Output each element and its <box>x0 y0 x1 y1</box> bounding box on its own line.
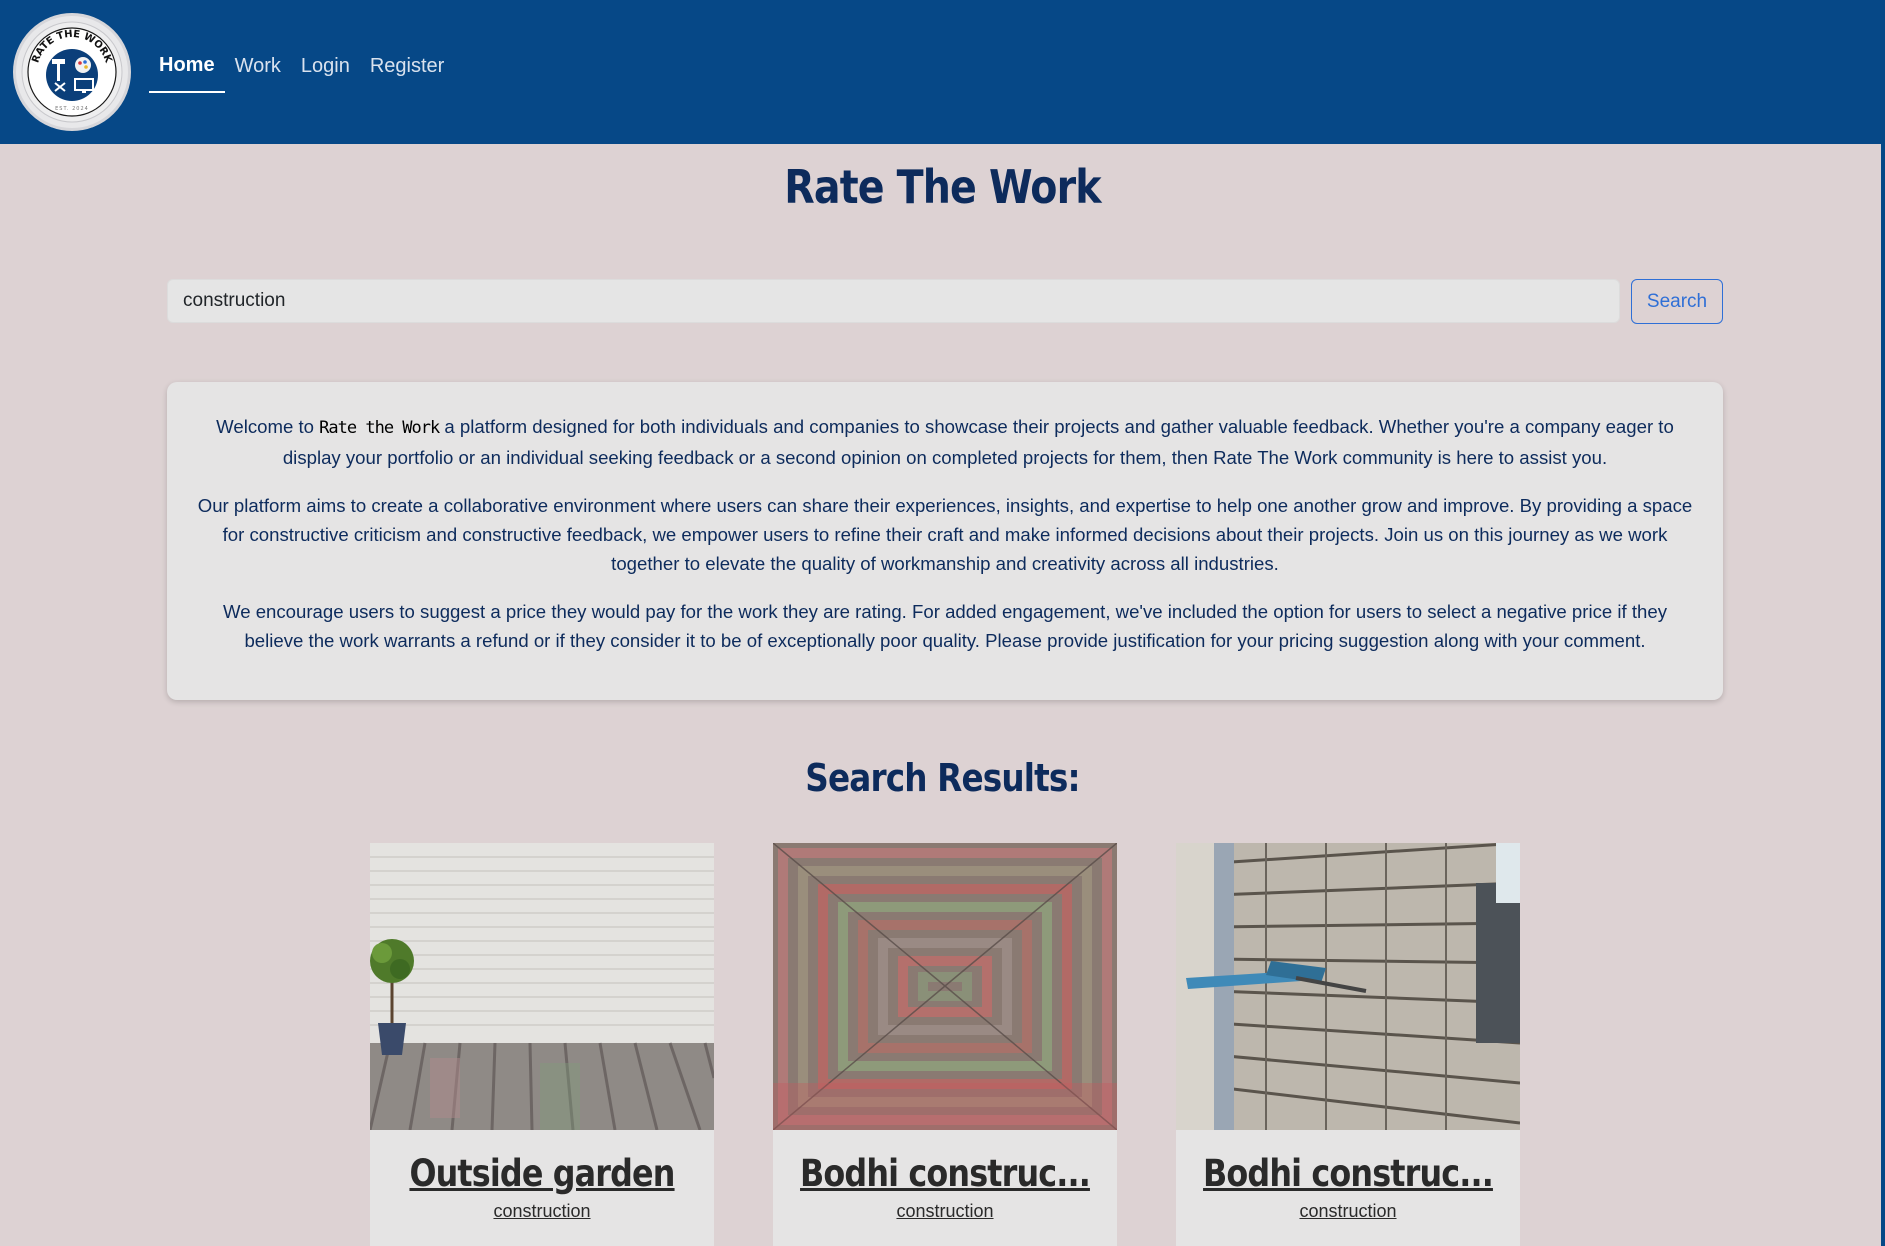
welcome-card: Welcome to Rate the Work a platform desi… <box>167 382 1723 700</box>
result-title-link[interactable]: Outside garden <box>394 1152 690 1195</box>
welcome-intro-rest: a platform designed for both individuals… <box>282 416 1674 468</box>
result-card[interactable]: Bodhi construc... construction <box>773 843 1117 1246</box>
welcome-intro-text: Welcome to <box>216 416 320 437</box>
nav-link-home[interactable]: Home <box>149 46 225 93</box>
result-category-link[interactable]: construction <box>1176 1201 1520 1222</box>
site-logo[interactable]: RATE THE WORK EST. 2024 <box>13 13 131 131</box>
result-title-link[interactable]: Bodhi construc... <box>797 1152 1093 1195</box>
search-results-heading: Search Results: <box>805 756 1080 800</box>
result-image-bodhi-2[interactable] <box>1176 843 1520 1130</box>
result-category-link[interactable]: construction <box>370 1201 714 1222</box>
scrollbar[interactable] <box>1881 0 1885 1246</box>
logo-emblem-icon: RATE THE WORK EST. 2024 <box>21 21 123 123</box>
page-title: Rate The Work <box>784 160 1101 214</box>
logo-est-text: EST. 2024 <box>55 106 89 112</box>
search-button[interactable]: Search <box>1631 279 1723 324</box>
nav-links: Home Work Login Register <box>149 46 454 93</box>
nav-link-work[interactable]: Work <box>225 47 291 92</box>
nav-link-login[interactable]: Login <box>291 47 360 92</box>
search-input[interactable] <box>167 279 1620 323</box>
top-navbar: RATE THE WORK EST. 2024 Home Work Login … <box>0 0 1885 144</box>
result-card[interactable]: Bodhi construc... construction <box>1176 843 1520 1246</box>
result-title-link[interactable]: Bodhi construc... <box>1200 1152 1496 1195</box>
brand-name-inline: Rate the Work <box>319 418 440 438</box>
welcome-paragraph-2: Our platform aims to create a collaborat… <box>197 495 1693 574</box>
welcome-paragraph-1: Welcome to Rate the Work a platform desi… <box>195 412 1695 472</box>
welcome-paragraph-3: We encourage users to suggest a price th… <box>222 601 1668 651</box>
result-card[interactable]: Outside garden construction <box>370 843 714 1246</box>
result-image-garden[interactable] <box>370 843 714 1130</box>
nav-link-register[interactable]: Register <box>360 47 454 92</box>
result-image-bodhi-1[interactable] <box>773 843 1117 1130</box>
result-category-link[interactable]: construction <box>773 1201 1117 1222</box>
